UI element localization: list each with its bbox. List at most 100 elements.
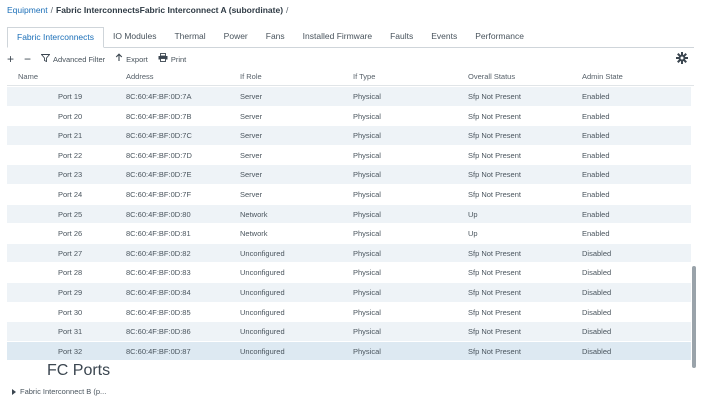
column-header-admin-state[interactable]: Admin State bbox=[582, 69, 623, 85]
address-cell: 8C:60:4F:BF:0D:85 bbox=[126, 307, 191, 317]
column-header-name[interactable]: Name bbox=[18, 69, 38, 85]
admin-state-cell: Disabled bbox=[582, 248, 612, 258]
port-name-cell: Port 31 bbox=[58, 327, 83, 337]
admin-state-cell: Enabled bbox=[582, 111, 610, 121]
table-row[interactable]: Port 20 8C:60:4F:BF:0D:7B Server Physical Sf… bbox=[7, 106, 691, 127]
column-header-address[interactable]: Address bbox=[126, 69, 154, 85]
caret-right-icon[interactable] bbox=[12, 389, 16, 395]
tab-installed-firmware[interactable]: Installed Firmware bbox=[294, 27, 381, 46]
if-role-cell: Server bbox=[240, 92, 263, 101]
tree-node-label: Fabric Interconnect B (p... bbox=[20, 387, 107, 396]
column-header-overall-status[interactable]: Overall Status bbox=[468, 69, 515, 85]
tab-io-modules[interactable]: IO Modules bbox=[104, 27, 165, 46]
port-name-cell: Port 29 bbox=[58, 287, 83, 297]
if-type-cell: Physical bbox=[353, 248, 381, 258]
if-role-cell: Unconfigured bbox=[240, 248, 285, 258]
print-label: Print bbox=[170, 54, 187, 64]
address-cell: 8C:60:4F:BF:0D:81 bbox=[126, 229, 191, 239]
if-role-cell: Unconfigured bbox=[240, 287, 285, 297]
tab-thermal[interactable]: Thermal bbox=[165, 27, 214, 46]
if-role-cell: Server bbox=[240, 189, 263, 199]
if-type-cell: Physical bbox=[353, 327, 381, 337]
advanced-filter-button[interactable]: Advanced Filter bbox=[40, 53, 106, 65]
table-row[interactable]: Port 31 8C:60:4F:BF:0D:86 Unconfigured Phys… bbox=[7, 322, 691, 342]
tab-fans[interactable]: Fans bbox=[257, 27, 294, 46]
advanced-filter-label: Advanced Filter bbox=[53, 54, 106, 64]
breadcrumb-equipment[interactable]: Equipment bbox=[7, 5, 48, 15]
fc-ports-label: FC Ports bbox=[47, 362, 111, 380]
admin-state-cell: Enabled bbox=[582, 170, 610, 180]
table-row[interactable]: Port 28 8C:60:4F:BF:0D:83 Unconfigured Phys… bbox=[7, 263, 691, 283]
table-row[interactable]: Port 26 8C:60:4F:BF:0D:81 Network Physical U… bbox=[7, 224, 691, 244]
port-name-cell: Port 25 bbox=[58, 209, 83, 219]
if-type-cell: Physical bbox=[353, 92, 381, 101]
address-cell: 8C:60:4F:BF:0D:84 bbox=[126, 287, 191, 297]
admin-state-cell: Enabled bbox=[582, 209, 610, 219]
if-type-cell: Physical bbox=[353, 229, 381, 239]
if-type-cell: Physical bbox=[353, 189, 381, 199]
address-cell: 8C:60:4F:BF:0D:7D bbox=[126, 150, 192, 160]
overall-status-cell: Sfp Not Present bbox=[468, 327, 521, 337]
address-cell: 8C:60:4F:BF:0D:87 bbox=[126, 346, 191, 356]
gear-icon[interactable] bbox=[676, 52, 688, 67]
overall-status-cell: Sfp Not Present bbox=[468, 307, 521, 317]
remove-button[interactable]: − bbox=[24, 53, 31, 65]
printer-icon bbox=[158, 53, 168, 65]
tab-faults[interactable]: Faults bbox=[381, 27, 422, 46]
table-row[interactable]: Port 24 8C:60:4F:BF:0D:7F Server Physical Sf… bbox=[7, 184, 691, 205]
port-name-cell: Port 20 bbox=[58, 111, 83, 121]
if-role-cell: Unconfigured bbox=[240, 327, 285, 337]
export-button[interactable]: Export bbox=[115, 53, 148, 65]
if-type-cell: Physical bbox=[353, 150, 381, 160]
port-name-cell: Port 28 bbox=[58, 268, 83, 278]
table-row[interactable]: Port 30 8C:60:4F:BF:0D:85 Unconfigured Phys… bbox=[7, 302, 691, 323]
if-role-cell: Server bbox=[240, 131, 263, 141]
if-role-cell: Server bbox=[240, 170, 263, 180]
fc-ports-row[interactable]: FC Ports bbox=[7, 361, 691, 381]
admin-state-cell: Disabled bbox=[582, 268, 612, 278]
table-row[interactable]: Port 29 8C:60:4F:BF:0D:84 Unconfigured Phys… bbox=[7, 282, 691, 303]
table-row[interactable]: Port 23 8C:60:4F:BF:0D:7E Server Physical Sf… bbox=[7, 165, 691, 185]
if-role-cell: Network bbox=[240, 209, 268, 219]
tab-bar: Fabric Interconnects IO Modules Thermal … bbox=[7, 27, 694, 48]
table-row[interactable]: Port 25 8C:60:4F:BF:0D:80 Network Physical U… bbox=[7, 204, 691, 225]
admin-state-cell: Disabled bbox=[582, 327, 612, 337]
export-label: Export bbox=[126, 54, 148, 64]
ports-table: Port 19 8C:60:4F:BF:0D:7A Server Physical Sf… bbox=[7, 87, 691, 383]
admin-state-cell: Disabled bbox=[582, 307, 612, 317]
address-cell: 8C:60:4F:BF:0D:82 bbox=[126, 248, 191, 258]
port-name-cell: Port 22 bbox=[58, 150, 83, 160]
overall-status-cell: Sfp Not Present bbox=[468, 131, 521, 141]
port-name-cell: Port 19 bbox=[58, 92, 83, 101]
tab-fabric-interconnects[interactable]: Fabric Interconnects bbox=[7, 27, 105, 48]
table-row[interactable]: Port 21 8C:60:4F:BF:0D:7C Server Physical Sf… bbox=[7, 126, 691, 146]
tab-power[interactable]: Power bbox=[215, 27, 257, 46]
port-name-cell: Port 32 bbox=[58, 346, 83, 356]
if-role-cell: Network bbox=[240, 229, 268, 239]
table-row[interactable]: Port 27 8C:60:4F:BF:0D:82 Unconfigured Phys… bbox=[7, 243, 691, 264]
export-icon bbox=[115, 53, 123, 65]
table-row[interactable]: Port 22 8C:60:4F:BF:0D:7D Server Physical Sf… bbox=[7, 145, 691, 166]
column-header-if-role[interactable]: If Role bbox=[240, 69, 262, 85]
port-name-cell: Port 30 bbox=[58, 307, 83, 317]
if-type-cell: Physical bbox=[353, 209, 381, 219]
if-role-cell: Server bbox=[240, 111, 263, 121]
table-row[interactable]: Port 32 8C:60:4F:BF:0D:87 Unconfigured Phys… bbox=[7, 341, 691, 362]
table-row[interactable]: Port 19 8C:60:4F:BF:0D:7A Server Physical Sf… bbox=[7, 87, 691, 107]
if-type-cell: Physical bbox=[353, 346, 381, 356]
add-button[interactable]: + bbox=[7, 52, 15, 66]
admin-state-cell: Enabled bbox=[582, 92, 610, 101]
if-type-cell: Physical bbox=[353, 307, 381, 317]
breadcrumb-fabric-interconnects[interactable]: Fabric Interconnects bbox=[56, 5, 140, 15]
plus-icon: + bbox=[7, 52, 15, 66]
table-scrollbar[interactable] bbox=[692, 266, 696, 368]
admin-state-cell: Enabled bbox=[582, 229, 610, 239]
column-header-if-type[interactable]: If Type bbox=[353, 69, 375, 85]
tab-performance[interactable]: Performance bbox=[466, 27, 533, 46]
print-button[interactable]: Print bbox=[158, 53, 186, 65]
tree-node-fabric-interconnect-b[interactable]: Fabric Interconnect B (p... bbox=[12, 385, 106, 399]
tab-events[interactable]: Events bbox=[422, 27, 466, 46]
if-type-cell: Physical bbox=[353, 111, 381, 121]
port-name-cell: Port 27 bbox=[58, 248, 83, 258]
if-type-cell: Physical bbox=[353, 131, 381, 141]
